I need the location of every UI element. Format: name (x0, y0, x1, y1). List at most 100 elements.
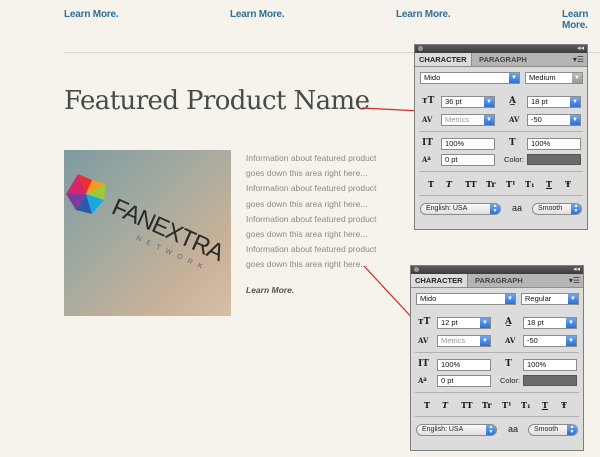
vertical-scale-value: 100% (445, 139, 465, 148)
panel-titlebar: ◂◂ (411, 266, 583, 274)
stepper-icon: ▲ ▼ (567, 425, 577, 435)
faux-italic-button[interactable]: T (446, 179, 452, 189)
font-size-field[interactable]: 12 pt ▼ (437, 317, 491, 329)
horizontal-scale-field[interactable]: 100% (523, 359, 577, 371)
font-style-value: Medium (529, 73, 556, 82)
divider (419, 131, 583, 132)
color-swatch[interactable] (523, 375, 577, 386)
horizontal-scale-icon: T (509, 138, 516, 148)
baseline-shift-field[interactable]: 0 pt (437, 375, 491, 387)
chevron-down-icon: ▼ (570, 97, 580, 107)
font-family-select[interactable]: Mido ▼ (416, 293, 516, 305)
character-panel-1: ◂◂ CHARACTER PARAGRAPH ▾☰ Mido ▼ Medium … (414, 44, 588, 230)
horizontal-scale-field[interactable]: 100% (527, 138, 581, 150)
tracking-icon: AV (505, 336, 516, 345)
panel-menu-icon[interactable]: ▾☰ (569, 276, 580, 285)
faux-bold-button[interactable]: T (424, 400, 430, 410)
chevron-down-icon: ▼ (505, 294, 515, 304)
tab-paragraph[interactable]: PARAGRAPH (475, 53, 531, 66)
superscript-button[interactable]: T¹ (502, 400, 511, 410)
panel-menu-icon[interactable]: ▾☰ (573, 55, 584, 64)
antialias-select[interactable]: Smooth ▲ ▼ (532, 203, 582, 215)
strikethrough-button[interactable]: Ŧ (565, 179, 571, 189)
close-icon[interactable] (414, 267, 419, 272)
antialias-value: Smooth (534, 426, 559, 433)
font-size-field[interactable]: 36 pt ▼ (441, 96, 495, 108)
font-style-select[interactable]: Medium ▼ (525, 72, 583, 84)
language-select[interactable]: English: USA ▲ ▼ (416, 424, 497, 436)
tab-paragraph[interactable]: PARAGRAPH (471, 274, 527, 287)
leading-field[interactable]: 18 pt ▼ (527, 96, 581, 108)
chevron-down-icon: ▼ (566, 318, 576, 328)
vertical-scale-field[interactable]: 100% (441, 138, 495, 150)
chevron-down-icon: ▼ (509, 73, 519, 83)
stepper-icon: ▲ ▼ (571, 204, 581, 214)
divider (415, 352, 579, 353)
language-value: English: USA (426, 205, 468, 212)
panel-tabs: CHARACTER PARAGRAPH ▾☰ (411, 274, 583, 288)
chevron-down-icon: ▼ (568, 294, 578, 304)
chevron-down-icon: ▼ (484, 97, 494, 107)
chevron-down-icon: ▼ (484, 115, 494, 125)
strikethrough-button[interactable]: Ŧ (561, 400, 567, 410)
panel-tabs: CHARACTER PARAGRAPH ▾☰ (415, 53, 587, 67)
tracking-value: -50 (531, 115, 542, 124)
font-style-value: Regular (525, 294, 552, 303)
divider (415, 392, 579, 393)
font-style-select[interactable]: Regular ▼ (521, 293, 579, 305)
chevron-down-icon: ▼ (480, 318, 490, 328)
small-caps-button[interactable]: Tr (482, 400, 492, 410)
horizontal-scale-value: 100% (531, 139, 551, 148)
close-icon[interactable] (418, 46, 423, 51)
font-family-value: Mido (424, 73, 441, 82)
font-size-value: 36 pt (445, 97, 462, 106)
underline-button[interactable]: T (546, 179, 552, 189)
faux-bold-button[interactable]: T (428, 179, 434, 189)
language-select[interactable]: English: USA ▲ ▼ (420, 203, 501, 215)
kerning-field[interactable]: Metrics ▼ (441, 114, 495, 126)
antialias-select[interactable]: Smooth ▲ ▼ (528, 424, 578, 436)
leading-field[interactable]: 18 pt ▼ (523, 317, 577, 329)
all-caps-button[interactable]: TT (461, 400, 473, 410)
collapse-icon[interactable]: ◂◂ (577, 44, 584, 52)
horizontal-scale-icon: T (505, 359, 512, 369)
superscript-button[interactable]: T¹ (506, 179, 515, 189)
color-swatch[interactable] (527, 154, 581, 165)
stepper-icon: ▲ ▼ (490, 204, 500, 214)
tracking-value: -50 (527, 336, 538, 345)
kerning-value: Metrics (445, 115, 470, 124)
kerning-field[interactable]: Metrics ▼ (437, 335, 491, 347)
character-panel-2: ◂◂ CHARACTER PARAGRAPH ▾☰ Mido ▼ Regular… (410, 265, 584, 451)
underline-button[interactable]: T (542, 400, 548, 410)
vertical-scale-value: 100% (441, 360, 461, 369)
antialias-value: Smooth (538, 205, 563, 212)
horizontal-scale-value: 100% (527, 360, 547, 369)
all-caps-button[interactable]: TT (465, 179, 477, 189)
tab-character[interactable]: CHARACTER (411, 274, 468, 287)
baseline-shift-value: 0 pt (441, 376, 454, 385)
annotation-line-info (363, 265, 417, 323)
small-caps-button[interactable]: Tr (486, 179, 496, 189)
antialias-icon: aa (512, 203, 523, 213)
collapse-icon[interactable]: ◂◂ (573, 265, 580, 273)
subscript-button[interactable]: T₁ (521, 400, 530, 410)
kerning-value: Metrics (441, 336, 466, 345)
chevron-down-icon: ▼ (572, 73, 582, 83)
leading-icon: A̲ (505, 317, 512, 327)
baseline-shift-field[interactable]: 0 pt (441, 154, 495, 166)
leading-value: 18 pt (527, 318, 544, 327)
font-family-value: Mido (420, 294, 437, 303)
divider (419, 195, 583, 196)
vertical-scale-field[interactable]: 100% (437, 359, 491, 371)
panel-titlebar: ◂◂ (415, 45, 587, 53)
subscript-button[interactable]: T₁ (525, 179, 534, 189)
tracking-field[interactable]: -50 ▼ (527, 114, 581, 126)
chevron-down-icon: ▼ (570, 115, 580, 125)
vertical-scale-icon: IT (422, 138, 433, 148)
tracking-field[interactable]: -50 ▼ (523, 335, 577, 347)
chevron-down-icon: ▼ (480, 336, 490, 346)
leading-icon: A̲ (509, 96, 516, 106)
tab-character[interactable]: CHARACTER (415, 53, 472, 66)
faux-italic-button[interactable]: T (442, 400, 448, 410)
font-family-select[interactable]: Mido ▼ (420, 72, 520, 84)
